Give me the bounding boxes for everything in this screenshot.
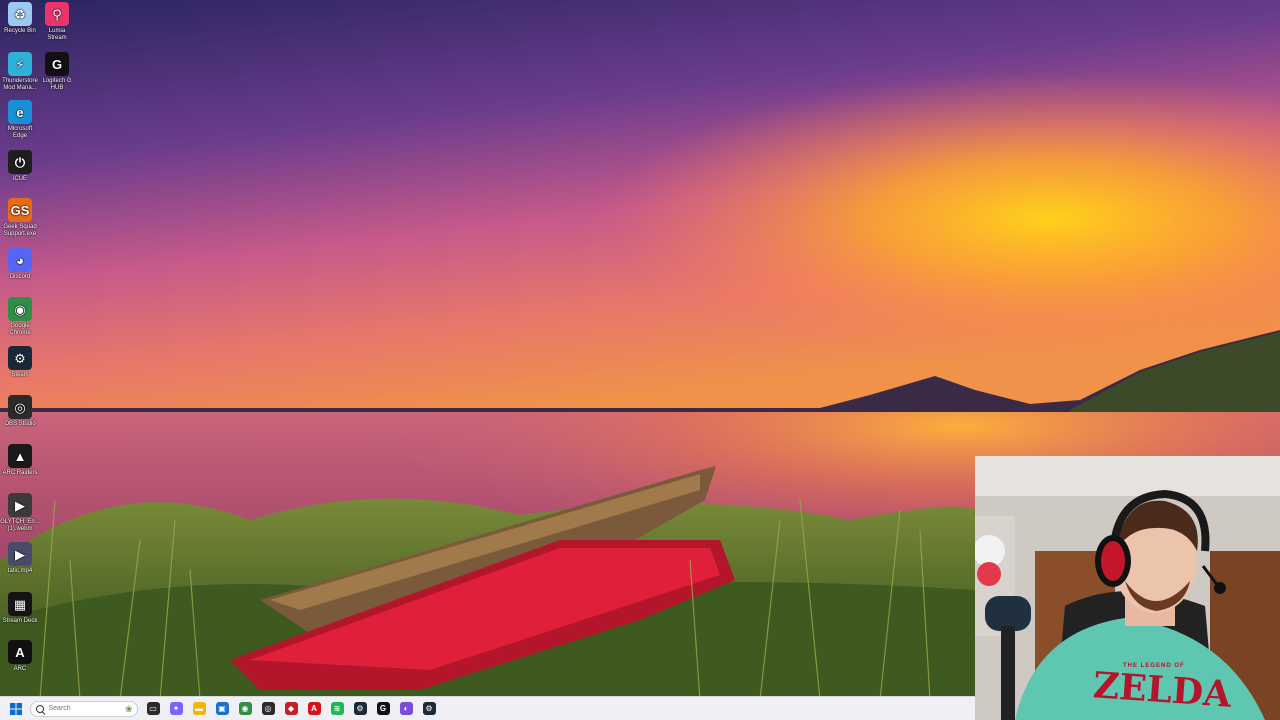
recycle-bin-icon: ♻ (8, 2, 32, 26)
mp4-file-icon: ▶ (8, 542, 32, 566)
desktop-icon-label: Discord (9, 274, 31, 280)
taskbar-app-button[interactable]: ≋ (326, 699, 348, 719)
desktop-icon[interactable]: ⚡ Thunderstore Mod Mana... (0, 52, 40, 92)
desktop-icon[interactable]: ◉ Google Chrome (0, 297, 40, 337)
obs-studio-icon: ◎ (261, 702, 275, 715)
desktop-icon[interactable]: ◎ OBS Studio (0, 395, 40, 428)
logitech-g-hub-icon: G (376, 702, 390, 715)
taskbar: ❀ ▭ ✦ ▬ ▣ ◉ ◎ ◆ A ≋ ⚙ G ◐ ⚙ (0, 696, 975, 720)
task-view-icon: ▭ (146, 702, 160, 715)
desktop-icon-label: OBS Studio (4, 421, 36, 427)
icue-icon: ⏻ (8, 150, 32, 174)
taskbar-app-button[interactable]: ✦ (165, 699, 187, 719)
stream-deck-icon: ▦ (8, 592, 32, 616)
windows-start-icon (10, 702, 22, 715)
taskbar-app-button[interactable]: A (303, 699, 325, 719)
search-icon (35, 704, 44, 713)
taskbar-app-button[interactable]: ▬ (188, 699, 210, 719)
desktop-icon[interactable]: e Microsoft Edge (0, 100, 40, 140)
taskbar-app-button[interactable]: ▣ (211, 699, 233, 719)
google-chrome-icon: ◉ (238, 702, 252, 715)
google-chrome-icon: ◉ (8, 297, 32, 321)
webcam-overlay: THE LEGEND OF ZELDA (975, 456, 1280, 720)
desktop-icon-label: Logitech G HUB (42, 78, 72, 91)
taskbar-app-button[interactable]: G (372, 699, 394, 719)
steam-icon: ⚙ (422, 702, 436, 715)
desktop-icon[interactable]: ⚲ Lumia Stream (37, 2, 77, 42)
taskbar-app-list: ▭ ✦ ▬ ▣ ◉ ◎ ◆ A ≋ ⚙ G ◐ ⚙ (142, 699, 441, 719)
microsoft-edge-icon: e (8, 100, 32, 124)
arc-raiders-icon: ▲ (8, 444, 32, 468)
desktop-icon-label: tatic.mp4 (7, 568, 33, 574)
geek-squad-icon: GS (8, 198, 32, 222)
desktop-icon-label: iCUE (12, 176, 27, 182)
desktop-icon[interactable]: ▲ ARC Raiders (0, 444, 40, 477)
desktop-icon-label: Steam (11, 372, 29, 378)
lumia-stream-icon: ◐ (399, 702, 413, 715)
adobe-icon: A (307, 702, 321, 715)
desktop-icon[interactable]: A ARC (0, 640, 40, 673)
thunderstore-icon: ⚡ (8, 52, 32, 76)
taskbar-app-button[interactable]: ▭ (142, 699, 164, 719)
desktop-icon-label: Thunderstore Mod Mana... (2, 78, 38, 91)
start-button[interactable] (5, 699, 27, 719)
desktop-icon-label: ARC (13, 666, 27, 672)
taskbar-app-button[interactable]: ⚙ (418, 699, 440, 719)
desktop-icon-label: Microsoft Edge (7, 126, 33, 139)
discord-icon: ◕ (8, 248, 32, 272)
file-explorer-icon: ▬ (192, 702, 206, 715)
logitech-g-hub-icon: G (45, 52, 69, 76)
search-highlight-icon: ❀ (124, 703, 133, 714)
desktop-icon[interactable]: ◕ Discord (0, 248, 40, 281)
microsoft-store-icon: ▣ (215, 702, 229, 715)
taskbar-app-button[interactable]: ◐ (395, 699, 417, 719)
taskbar-app-button[interactable]: ◆ (280, 699, 302, 719)
desktop-icon-label: Geek Squad Support.exe (3, 224, 37, 237)
webm-file-icon: ▶ (8, 493, 32, 517)
desktop-icon-label: ARC Raiders (2, 470, 38, 476)
obs-studio-icon: ◎ (8, 395, 32, 419)
desktop-icon[interactable]: ▶ GLYTCH_En... (1).webm (0, 493, 40, 533)
desktop-icon-label: Lumia Stream (47, 28, 67, 41)
desktop-icon[interactable]: ▦ Stream Deck (0, 592, 40, 625)
taskbar-app-button[interactable]: ◎ (257, 699, 279, 719)
steam-icon: ⚙ (8, 346, 32, 370)
taskbar-app-button[interactable]: ◉ (234, 699, 256, 719)
desktop-icon-label: Recycle Bin (4, 28, 36, 34)
copilot-icon: ✦ (169, 702, 183, 715)
desktop-icon[interactable]: ♻ Recycle Bin (0, 2, 40, 35)
spotify-icon: ≋ (330, 702, 344, 715)
search-input[interactable] (48, 705, 119, 712)
desktop-icon[interactable]: ⚙ Steam (0, 346, 40, 379)
desktop-icon-label: GLYTCH_En... (1).webm (0, 519, 40, 532)
desktop-icon[interactable]: ⏻ iCUE (0, 150, 40, 183)
lumia-stream-icon: ⚲ (45, 2, 69, 26)
desktop-icon[interactable]: GS Geek Squad Support.exe (0, 198, 40, 238)
desktop-icon-label: Google Chrome (9, 323, 31, 336)
app-red-icon: ◆ (284, 702, 298, 715)
steam-icon: ⚙ (353, 702, 367, 715)
desktop-icon-label: Stream Deck (2, 618, 38, 624)
taskbar-search-box[interactable]: ❀ (29, 700, 138, 717)
desktop-icon[interactable]: ▶ tatic.mp4 (0, 542, 40, 575)
taskbar-app-button[interactable]: ⚙ (349, 699, 371, 719)
arc-icon: A (8, 640, 32, 664)
desktop-icon[interactable]: G Logitech G HUB (37, 52, 77, 92)
